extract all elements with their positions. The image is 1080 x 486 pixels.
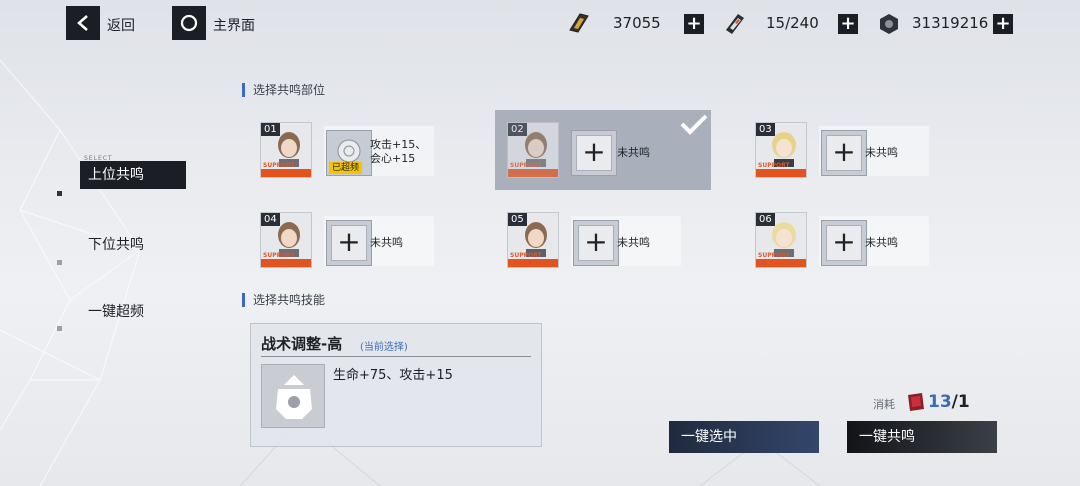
rarity-bar: [508, 259, 558, 267]
top-bar: 返回 主界面 37055 + 15/240 + 31319216 +: [0, 0, 1080, 48]
add-resonance-button[interactable]: +: [821, 220, 867, 266]
nav-indicator-dot: [57, 260, 62, 265]
skill-icon-frame: [261, 364, 325, 428]
support-tag: SUPPORT: [758, 252, 790, 259]
slot-number: 02: [508, 123, 527, 136]
rarity-bar: [508, 169, 558, 177]
gold-value: 37055: [613, 14, 661, 32]
character-portrait: 04 SUPPORT: [260, 212, 312, 268]
add-resonance-button[interactable]: +: [821, 130, 867, 176]
home-label[interactable]: 主界面: [213, 15, 255, 35]
owned-count: 13: [928, 392, 952, 412]
slot-number: 05: [508, 213, 527, 226]
nav-upper-resonance[interactable]: 上位共鸣: [80, 161, 186, 189]
nav-label: 上位共鸣: [88, 167, 144, 183]
add-resonance-button[interactable]: +: [573, 220, 619, 266]
slot-01[interactable]: 01 SUPPORT 已超频 攻击+15、 会心+15: [260, 116, 480, 186]
slot-status: 未共鸣: [370, 236, 403, 249]
slot-02[interactable]: 02 SUPPORT + 未共鸣: [495, 110, 711, 190]
home-circle-icon: [180, 14, 198, 32]
slot-status-2: 会心+15: [370, 152, 416, 165]
slot-04[interactable]: 04 SUPPORT + 未共鸣: [260, 206, 480, 276]
nav-indicator-dot: [57, 191, 62, 196]
plus-icon: +: [826, 225, 862, 261]
overclocked-badge: 已超频: [329, 162, 363, 174]
plus-icon: +: [578, 225, 614, 261]
support-tag: SUPPORT: [510, 252, 542, 259]
slot-status: 攻击+15、: [370, 138, 427, 151]
rarity-bar: [261, 169, 311, 177]
nav-indicator-dot: [57, 326, 62, 331]
hex-nut-icon: [880, 14, 898, 34]
slot-06[interactable]: 06 SUPPORT + 未共鸣: [755, 206, 975, 276]
slot-status: 未共鸣: [617, 236, 650, 249]
slot-number: 06: [756, 213, 775, 226]
skill-description: 生命+75、攻击+15: [333, 368, 453, 383]
character-portrait: 05 SUPPORT: [507, 212, 559, 268]
slot-03[interactable]: 03 SUPPORT + 未共鸣: [755, 116, 975, 186]
character-portrait: 01 SUPPORT: [260, 122, 312, 178]
slot-status: 未共鸣: [617, 146, 650, 159]
nav-label: 一键超频: [88, 304, 144, 320]
nav-label: 下位共鸣: [88, 237, 144, 253]
add-coin-button[interactable]: +: [993, 14, 1013, 34]
armor-chip-icon: [276, 375, 312, 419]
stamina-battery-icon: [726, 14, 744, 34]
slot-number: 01: [261, 123, 280, 136]
plus-icon: +: [826, 135, 862, 171]
add-stamina-button[interactable]: +: [838, 14, 858, 34]
resonate-all-button[interactable]: 一键共鸣: [847, 421, 997, 453]
back-label[interactable]: 返回: [107, 15, 135, 35]
support-tag: SUPPORT: [758, 162, 790, 169]
slot-05[interactable]: 05 SUPPORT + 未共鸣: [507, 206, 727, 276]
add-resonance-button[interactable]: +: [571, 130, 617, 176]
stamina-value: 15/240: [766, 14, 819, 32]
rarity-bar: [756, 169, 806, 177]
divider: [261, 356, 531, 357]
chevron-left-icon: [77, 15, 88, 31]
skill-card[interactable]: 战术调整-高 (当前选择) 生命+75、攻击+15: [250, 323, 542, 447]
required-count: /1: [951, 392, 970, 412]
slot-section-title: 选择共鸣部位: [242, 83, 325, 97]
support-tag: SUPPORT: [510, 162, 542, 169]
add-resonance-button[interactable]: +: [326, 220, 372, 266]
skill-name: 战术调整-高: [261, 335, 343, 353]
rarity-bar: [756, 259, 806, 267]
resonance-material-icon: [908, 393, 924, 411]
cost-label: 消耗: [873, 398, 895, 411]
skill-section-title: 选择共鸣技能: [242, 293, 325, 307]
slot-number: 04: [261, 213, 280, 226]
nav-lower-resonance[interactable]: 下位共鸣: [80, 234, 144, 254]
home-button[interactable]: [172, 6, 206, 40]
support-tag: SUPPORT: [263, 162, 295, 169]
nav-one-click-overclock[interactable]: 一键超频: [80, 301, 144, 321]
coin-value: 31319216: [912, 14, 989, 32]
select-all-button[interactable]: 一键选中: [669, 421, 819, 453]
character-portrait: 03 SUPPORT: [755, 122, 807, 178]
button-label: 一键选中: [681, 429, 737, 445]
gold-bar-icon: [569, 13, 589, 33]
button-label: 一键共鸣: [859, 429, 915, 445]
support-tag: SUPPORT: [263, 252, 295, 259]
character-portrait: 06 SUPPORT: [755, 212, 807, 268]
plus-icon: +: [331, 225, 367, 261]
current-selection-tag: (当前选择): [360, 342, 408, 353]
back-button[interactable]: [66, 6, 100, 40]
slot-number: 03: [756, 123, 775, 136]
rarity-bar: [261, 259, 311, 267]
slot-status: 未共鸣: [865, 146, 898, 159]
slot-status: 未共鸣: [865, 236, 898, 249]
plus-icon: +: [576, 135, 612, 171]
checkmark-icon: [680, 114, 708, 135]
cost-value: 13/1: [928, 392, 970, 412]
add-gold-button[interactable]: +: [684, 14, 704, 34]
character-portrait: 02 SUPPORT: [507, 122, 559, 178]
